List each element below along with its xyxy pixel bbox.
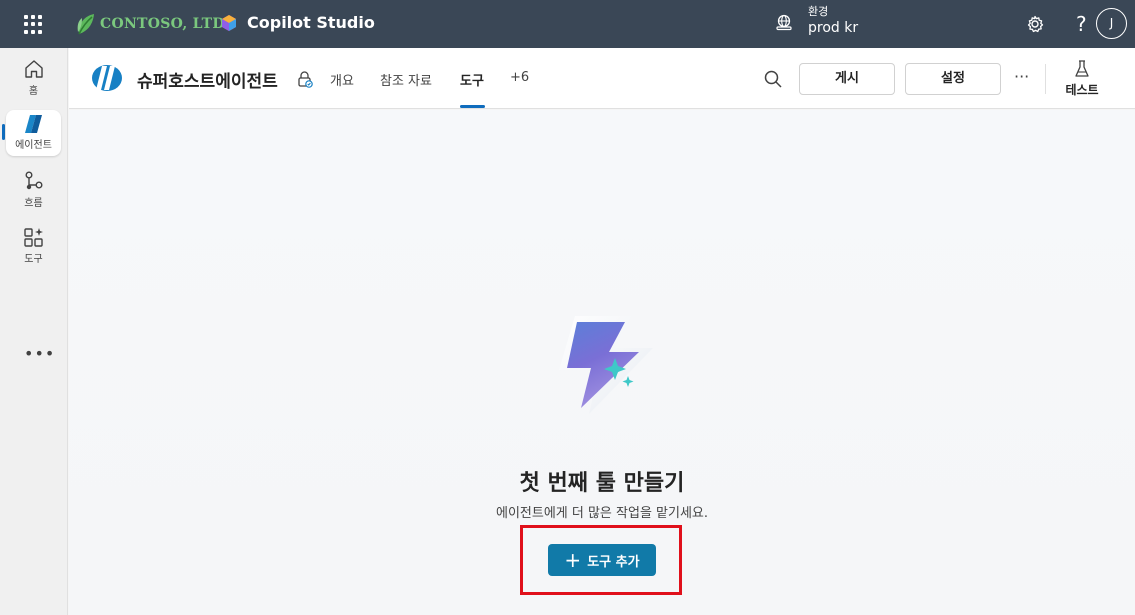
rail-label-home: 홈 [28,86,39,97]
tab-tools[interactable]: 도구 [460,70,484,89]
environment-icon [776,14,792,31]
agent-header: 슈퍼호스트에이전트 개요 참조 자료 도구 +6 게시 설정 ··· 테스트 [69,48,1135,109]
tools-icon [23,228,43,247]
agent-logo-icon [92,65,122,91]
org-brand: CONTOSO, LTD. [76,11,230,37]
org-name: CONTOSO, LTD. [100,16,230,32]
rail-label-agents: 에이전트 [15,140,52,151]
rail-item-home[interactable]: 홈 [6,54,61,100]
plus-icon: + [564,548,582,572]
header-divider [1045,64,1046,94]
publish-button[interactable]: 게시 [799,63,895,95]
rail-label-tools: 도구 [24,254,43,265]
rail-label-flows: 흐름 [24,198,43,209]
flow-icon [25,171,42,190]
environment-label: 환경 [808,5,829,18]
top-bar: CONTOSO, LTD. Copilot Studio 환경 prod kr … [0,0,1135,48]
product-name: Copilot Studio [247,13,375,32]
tab-overview[interactable]: 개요 [330,70,354,89]
rail-item-agents[interactable]: 에이전트 [6,110,61,156]
lightning-sparkle-icon [559,316,653,414]
home-icon [24,60,43,78]
agent-icon [24,115,42,133]
tab-knowledge[interactable]: 참조 자료 [380,70,432,89]
left-nav-rail: 홈 에이전트 흐름 도구 ••• [0,48,68,615]
flask-icon [1075,60,1089,77]
settings-gear-icon[interactable] [1025,14,1045,34]
rail-more-icon[interactable]: ••• [24,344,54,363]
environment-switcher[interactable]: 환경 prod kr [775,5,858,37]
settings-button[interactable]: 설정 [905,63,1001,95]
add-tool-button[interactable]: + 도구 추가 [548,544,656,576]
tab-more[interactable]: +6 [510,70,529,85]
copilot-studio-logo-icon [222,14,236,31]
active-indicator [2,124,5,140]
search-icon[interactable] [763,69,783,89]
app-launcher-icon[interactable] [24,14,44,34]
agent-lock-icon[interactable] [296,70,314,88]
contoso-logo-icon [77,14,94,35]
help-icon[interactable]: ? [1076,12,1087,36]
rail-item-flows[interactable]: 흐름 [6,166,61,212]
test-label: 테스트 [1065,83,1099,97]
agent-name: 슈퍼호스트에이전트 [137,72,278,92]
tab-active-underline [460,105,485,108]
add-tool-label: 도구 추가 [587,554,640,570]
product-brand: Copilot Studio [220,13,375,32]
user-avatar[interactable]: J [1096,8,1127,39]
test-button[interactable]: 테스트 [1059,60,1105,98]
empty-state-title: 첫 번째 툴 만들기 [519,471,685,496]
main-content: 첫 번째 툴 만들기 에이전트에게 더 많은 작업을 맡기세요. + 도구 추가 [69,110,1135,615]
rail-item-tools[interactable]: 도구 [6,222,61,268]
more-options-icon[interactable]: ··· [1014,67,1029,86]
empty-state-subtitle: 에이전트에게 더 많은 작업을 맡기세요. [495,506,709,521]
environment-value: prod kr [808,20,859,36]
